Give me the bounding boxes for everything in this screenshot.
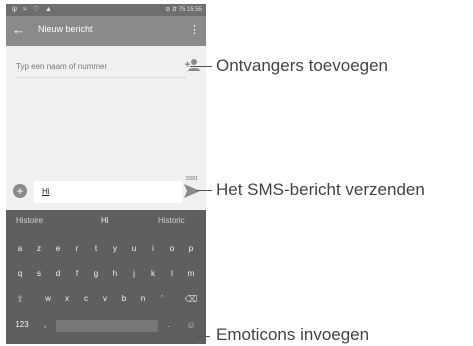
back-arrow-icon[interactable]: ← [12,22,25,38]
suggestion-item[interactable]: Hi [101,216,109,225]
shield-icon: ♡ [32,6,42,13]
key[interactable]: r [68,238,86,260]
usb-icon: ψ [12,6,19,13]
callout-insert-emoticons: Emoticons invoegen [216,325,370,344]
compose-bar: 159/1 + [6,174,206,210]
key[interactable]: t [87,238,105,260]
space-bar[interactable] [56,320,158,332]
callout-leader-emoticons [196,336,210,337]
backspace-icon[interactable]: ⌫ [182,288,200,310]
send-icon[interactable] [184,184,200,198]
suggestion-bar: Histoire Hi Historic [6,210,206,232]
keyboard: Histoire Hi Historic a z e r t y u i o p… [6,210,206,344]
callout-leader-send [196,190,212,191]
message-input[interactable] [42,187,172,196]
period-key[interactable]: . [160,314,178,336]
key[interactable]: g [87,263,105,285]
key[interactable]: i [144,238,162,260]
shift-icon[interactable]: ⇧ [11,288,29,310]
warning-icon: ▲ [44,6,54,13]
key[interactable]: s [30,263,48,285]
key[interactable]: b [115,288,133,310]
app-bar: ← Nieuw bericht ⋮ [6,16,206,46]
key[interactable]: y [106,238,124,260]
key[interactable]: p [182,238,200,260]
symbols-key[interactable]: 123 [10,314,34,336]
callout-leader-recipients [190,66,212,67]
key[interactable]: o [163,238,181,260]
key[interactable]: ' [153,288,171,310]
key[interactable]: m [182,263,200,285]
key-row-3: ⇧ w x c v b n ' ⌫ [6,288,206,310]
key[interactable]: f [68,263,86,285]
status-icons-left: ψ ≈ ♡ ▲ [12,5,54,13]
emoji-icon[interactable]: ☺ [182,314,200,336]
key[interactable]: u [125,238,143,260]
key[interactable]: a [11,238,29,260]
key[interactable]: j [125,263,143,285]
status-bar: ψ ≈ ♡ ▲ ⊘ ⇵ 75 15:55 [6,4,206,16]
status-info: ⊘ ⇵ 75 15:55 [165,7,202,13]
sync-icon: ≈ [22,6,29,13]
callout-add-recipients: Ontvangers toevoegen [216,56,389,75]
attach-plus-icon[interactable]: + [13,184,27,198]
key[interactable]: z [30,238,48,260]
recipient-underline [16,77,186,78]
key[interactable]: k [144,263,162,285]
recipient-input[interactable] [16,62,166,71]
key-row-1: a z e r t y u i o p [6,238,206,260]
key-row-4: 123 , . ☺ [6,314,206,336]
page-title: Nieuw bericht [38,24,93,34]
phone-screen: ψ ≈ ♡ ▲ ⊘ ⇵ 75 15:55 ← Nieuw bericht ⋮ 1… [6,4,206,344]
key[interactable]: h [106,263,124,285]
key[interactable]: q [11,263,29,285]
key[interactable]: x [58,288,76,310]
key[interactable]: d [49,263,67,285]
message-box [34,181,182,203]
key[interactable]: w [39,288,57,310]
add-contact-icon[interactable] [184,58,200,72]
key[interactable]: e [49,238,67,260]
key[interactable]: c [77,288,95,310]
key[interactable]: l [163,263,181,285]
suggestion-item[interactable]: Histoire [16,216,43,225]
key-row-2: q s d f g h j k l m [6,263,206,285]
suggestion-item[interactable]: Historic [158,216,185,225]
key[interactable]: v [96,288,114,310]
comma-key[interactable]: , [36,314,54,336]
char-counter: 159/1 [185,176,198,182]
key[interactable]: n [134,288,152,310]
callout-send-sms: Het SMS-bericht verzenden [216,180,425,199]
overflow-menu-icon[interactable]: ⋮ [189,23,200,37]
recipient-row [6,46,206,86]
